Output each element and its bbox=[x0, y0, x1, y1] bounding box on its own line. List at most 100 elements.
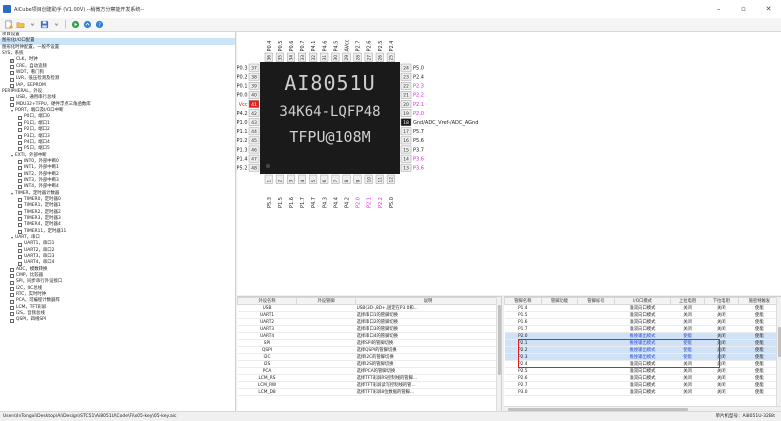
tree-checkbox[interactable] bbox=[10, 102, 14, 107]
table-row[interactable]: USB USB(3D-,8D+,固定在P3.0和... bbox=[237, 304, 501, 312]
table-row[interactable]: SPI 选择SPI的管脚切换 bbox=[237, 339, 501, 347]
table-cell: P2.5 bbox=[504, 367, 542, 375]
app-logo-icon bbox=[3, 5, 11, 13]
tree-checkbox[interactable] bbox=[18, 160, 22, 165]
minimize-button[interactable]: – bbox=[706, 0, 731, 18]
table-row[interactable]: LCM_RW 选择TFT彩屏读写控制线的管... bbox=[237, 381, 501, 389]
tree-checkbox[interactable] bbox=[18, 248, 22, 253]
tree-checkbox[interactable] bbox=[10, 71, 14, 76]
table-row[interactable]: UART2 选择串口2的管脚切换 bbox=[237, 318, 501, 326]
tree-checkbox[interactable] bbox=[18, 134, 22, 139]
tree-checkbox[interactable] bbox=[10, 318, 14, 323]
tree-checkbox[interactable] bbox=[10, 64, 14, 69]
pin-table-header[interactable]: 上拉电阻 bbox=[670, 297, 705, 305]
table-cell bbox=[577, 318, 615, 326]
table-row[interactable]: P2.7 准双向口模式 关闭 关闭 使能 bbox=[504, 381, 781, 389]
dropdown-chevron-icon[interactable] bbox=[51, 20, 61, 30]
tree-checkbox[interactable] bbox=[18, 242, 22, 247]
tree-expander-icon[interactable]: ▾ bbox=[10, 191, 14, 197]
periph-header-pin[interactable]: 外设管脚 bbox=[296, 297, 357, 305]
table-row[interactable]: P2.4 准双向口模式 关闭 关闭 使能 bbox=[504, 360, 781, 368]
table-row[interactable]: PCA 选择PCA的管脚切换 bbox=[237, 367, 501, 375]
table-row[interactable]: P2.0 推挽输出模式 使能 关闭 使能 bbox=[504, 332, 781, 340]
tree-item[interactable]: QSPI，四线SPI bbox=[0, 317, 235, 323]
dropdown-chevron-icon[interactable] bbox=[27, 20, 37, 30]
table-cell: P2.3 bbox=[504, 353, 542, 361]
pin-table-header[interactable]: 下拉电阻 bbox=[703, 297, 739, 305]
table-cell bbox=[541, 304, 578, 312]
tree-checkbox[interactable] bbox=[18, 198, 22, 203]
table-row[interactable]: P3.0 准双向口模式 关闭 关闭 使能 bbox=[504, 388, 781, 396]
pin-table-header[interactable]: 施密特触发 bbox=[737, 297, 781, 305]
tree-checkbox[interactable] bbox=[10, 274, 14, 279]
tree-checkbox[interactable] bbox=[18, 229, 22, 234]
pin-table-header[interactable]: I/O口模式 bbox=[613, 297, 672, 305]
pin-table-header[interactable]: 管脚功能 bbox=[540, 297, 579, 305]
table-row[interactable]: LCM_RS 选择TFT彩屏RS控制线的管脚... bbox=[237, 374, 501, 382]
table-row[interactable]: P1.5 准双向口模式 关闭 关闭 使能 bbox=[504, 311, 781, 319]
tree-checkbox[interactable] bbox=[18, 115, 22, 120]
run-icon[interactable] bbox=[70, 20, 80, 30]
table-row[interactable]: P1.4 准双向口模式 关闭 关闭 使能 bbox=[504, 304, 781, 312]
tree-checkbox[interactable] bbox=[10, 293, 14, 298]
table-row[interactable]: P2.2 推挽输出模式 使能 关闭 使能 bbox=[504, 346, 781, 354]
periph-scrollbar[interactable] bbox=[496, 297, 501, 411]
open-folder-icon[interactable] bbox=[15, 20, 25, 30]
tree-checkbox[interactable] bbox=[18, 210, 22, 215]
table-cell: 使能 bbox=[738, 367, 781, 375]
table-cell bbox=[296, 332, 356, 340]
tree-expander-icon[interactable]: ▾ bbox=[10, 235, 14, 241]
tree-checkbox[interactable] bbox=[18, 172, 22, 177]
pin-vscrollbar[interactable] bbox=[776, 297, 781, 411]
table-row[interactable]: P2.3 推挽输出模式 使能 关闭 使能 bbox=[504, 353, 781, 361]
periph-header-name[interactable]: 外设名称 bbox=[237, 297, 298, 305]
table-row[interactable]: P2.1 推挽输出模式 使能 关闭 使能 bbox=[504, 339, 781, 347]
chip-pin-label: P2.4 bbox=[389, 41, 395, 52]
tree-checkbox[interactable] bbox=[18, 141, 22, 146]
table-row[interactable]: LCM_D8 选择TFT彩屏8位数据的管脚... bbox=[237, 388, 501, 396]
tree-checkbox[interactable] bbox=[18, 166, 22, 171]
table-row[interactable]: P1.6 准双向口模式 关闭 关闭 使能 bbox=[504, 318, 781, 326]
tree-checkbox[interactable] bbox=[18, 147, 22, 152]
tree-checkbox[interactable] bbox=[18, 179, 22, 184]
table-row[interactable]: P2.5 准双向口模式 关闭 关闭 使能 bbox=[504, 367, 781, 375]
tree-checkbox[interactable] bbox=[10, 312, 14, 317]
table-row[interactable]: UART4 选择串口4的管脚切换 bbox=[237, 332, 501, 340]
tree-expander-icon[interactable]: ▾ bbox=[10, 108, 14, 114]
tree-checkbox[interactable] bbox=[10, 286, 14, 291]
tree-checkbox[interactable] bbox=[18, 217, 22, 222]
tree-checkbox[interactable] bbox=[18, 255, 22, 260]
table-row[interactable]: UART1 选择串口1的管脚切换 bbox=[237, 311, 501, 319]
tree-checkbox[interactable] bbox=[10, 267, 14, 272]
help-icon[interactable]: ? bbox=[94, 20, 104, 30]
tree-checkbox[interactable] bbox=[18, 204, 22, 209]
tree-checkbox[interactable] bbox=[18, 223, 22, 228]
close-button[interactable]: ✕ bbox=[756, 0, 781, 18]
tree-checkbox[interactable] bbox=[10, 83, 14, 88]
table-row[interactable]: UART3 选择串口3的管脚切换 bbox=[237, 325, 501, 333]
tree-expander-icon[interactable]: ▾ bbox=[10, 153, 14, 159]
table-row[interactable]: P1.7 准双向口模式 关闭 关闭 使能 bbox=[504, 325, 781, 333]
table-row[interactable]: I2C 选择I2C的管脚切换 bbox=[237, 353, 501, 361]
pin-table-header[interactable]: 管脚名称 bbox=[504, 297, 542, 305]
tree-checkbox[interactable] bbox=[18, 128, 22, 133]
table-row[interactable]: I2S 选择I2S的管脚切换 bbox=[237, 360, 501, 368]
tree-checkbox[interactable] bbox=[10, 299, 14, 304]
tree-checkbox[interactable] bbox=[18, 185, 22, 190]
maximize-button[interactable]: ▫ bbox=[731, 0, 756, 18]
pin-table-header[interactable]: 管脚标号 bbox=[577, 297, 615, 305]
periph-header-desc[interactable]: 说明 bbox=[355, 297, 501, 305]
share-icon[interactable] bbox=[82, 20, 92, 30]
table-row[interactable]: P2.6 准双向口模式 关闭 关闭 使能 bbox=[504, 374, 781, 382]
table-row[interactable]: QSPI 选择QSPI的管脚切换 bbox=[237, 346, 501, 354]
save-icon[interactable] bbox=[39, 20, 49, 30]
tree-checkbox[interactable]: ✓ bbox=[10, 58, 14, 63]
chip-pin-label: P3.6 bbox=[413, 166, 424, 172]
tree-checkbox[interactable] bbox=[10, 96, 14, 101]
tree-checkbox[interactable] bbox=[18, 121, 22, 126]
new-file-icon[interactable] bbox=[3, 20, 13, 30]
tree-checkbox[interactable] bbox=[18, 261, 22, 266]
tree-checkbox[interactable] bbox=[10, 305, 14, 310]
tree-checkbox[interactable] bbox=[10, 280, 14, 285]
tree-checkbox[interactable] bbox=[10, 77, 14, 82]
